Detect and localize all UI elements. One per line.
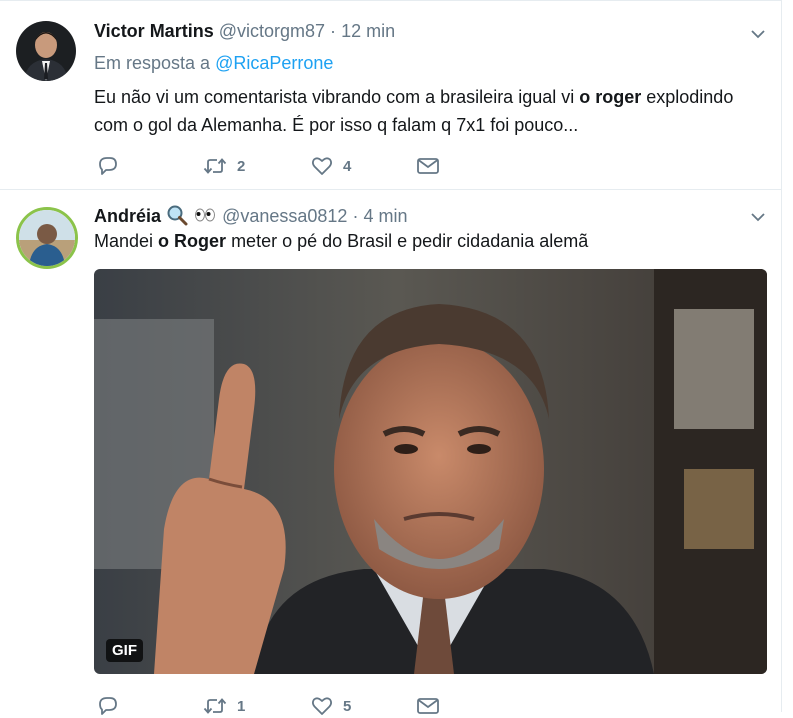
tweet-header: Andréia @vanessa0812 · 4 min xyxy=(94,204,407,227)
like-icon xyxy=(311,697,333,715)
like-button[interactable]: 5 xyxy=(310,694,351,718)
magnifier-icon xyxy=(167,205,188,226)
reply-mention[interactable]: @RicaPerrone xyxy=(215,53,333,73)
like-icon xyxy=(311,157,333,175)
retweet-button[interactable]: 2 xyxy=(202,154,245,178)
message-button[interactable] xyxy=(416,694,440,718)
separator: · xyxy=(330,21,337,41)
gif-media[interactable]: GIF xyxy=(94,269,767,674)
user-name[interactable]: Victor Martins xyxy=(94,21,214,41)
tweet-text: Eu não vi um comentarista vibrando com a… xyxy=(94,83,733,139)
like-button[interactable]: 4 xyxy=(310,154,351,178)
message-button[interactable] xyxy=(416,154,440,178)
avatar[interactable] xyxy=(16,21,76,81)
text-segment: com o gol da Alemanha. É por isso q fala… xyxy=(94,115,579,135)
reply-icon xyxy=(99,697,117,715)
gif-badge: GIF xyxy=(106,639,143,662)
separator: · xyxy=(352,206,359,226)
timestamp[interactable]: 12 min xyxy=(341,21,395,41)
reply-button[interactable] xyxy=(96,694,120,718)
like-count: 4 xyxy=(343,157,352,175)
retweet-count: 2 xyxy=(237,157,246,175)
reply-context: Em resposta a @RicaPerrone xyxy=(94,53,333,74)
tweet-text: Mandei o Roger meter o pé do Brasil e pe… xyxy=(94,227,588,255)
retweet-icon xyxy=(203,158,227,174)
chevron-down-icon[interactable] xyxy=(751,27,765,41)
reply-button[interactable] xyxy=(96,154,120,178)
eyes-icon xyxy=(195,208,216,222)
gif-image xyxy=(94,269,767,674)
user-handle[interactable]: @victorgm87 xyxy=(219,21,325,41)
timestamp[interactable]: 4 min xyxy=(363,206,407,226)
user-handle[interactable]: @vanessa0812 xyxy=(222,206,347,226)
retweet-button[interactable]: 1 xyxy=(202,694,245,718)
tweet-actions: 2 4 xyxy=(96,154,456,178)
text-segment: meter o pé do Brasil e pedir cidadania a… xyxy=(226,231,589,251)
message-icon xyxy=(417,698,439,714)
tweet-victor-martins[interactable]: Victor Martins @victorgm87 · 12 min Em r… xyxy=(0,0,781,190)
tweet-header: Victor Martins @victorgm87 · 12 min xyxy=(94,21,395,42)
tweet-actions: 1 5 xyxy=(96,694,456,718)
reply-prefix: Em resposta a xyxy=(94,53,211,73)
retweet-icon xyxy=(203,698,227,714)
message-icon xyxy=(417,158,439,174)
text-segment: Mandei xyxy=(94,231,159,251)
timeline-border xyxy=(781,0,782,712)
reply-icon xyxy=(99,157,117,175)
text-bold: o Roger xyxy=(158,231,227,251)
text-segment: explodindo xyxy=(641,87,734,107)
text-segment: Eu não vi um comentarista vibrando com a… xyxy=(94,87,580,107)
text-bold: o roger xyxy=(579,87,642,107)
tweet-andreia[interactable]: Andréia @vanessa0812 · 4 min Mandei o Ro… xyxy=(0,189,781,715)
user-name[interactable]: Andréia xyxy=(94,206,161,226)
avatar[interactable] xyxy=(16,207,78,269)
chevron-down-icon[interactable] xyxy=(751,210,765,224)
